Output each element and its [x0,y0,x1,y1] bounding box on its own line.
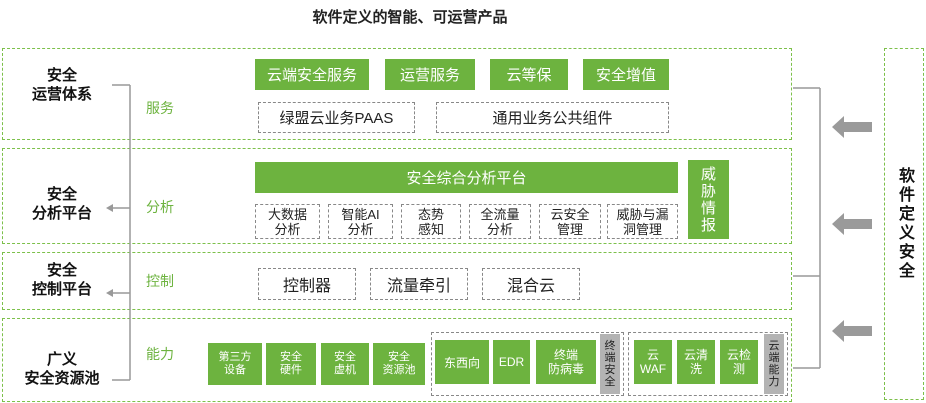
cloud-security-mgmt-box: 云安全 管理 [539,204,601,239]
security-value-add-box: 安全增值 [583,59,669,90]
cloud-compliance-box: 云等保 [490,59,568,90]
layer-label-analysis: 安全 分析平台 [31,186,92,222]
left-connector [106,84,131,381]
layer-label-pool: 广义 安全资源池 [24,351,100,387]
situation-awareness-box: 态势 感知 [401,204,461,239]
security-hardware-box: 安全 硬件 [266,343,316,385]
operation-service-box: 运营服务 [385,59,475,90]
layer-label-ops: 安全 运营体系 [31,67,92,103]
analysis-platform-box: 安全综合分析平台 [255,162,678,193]
full-traffic-analysis-box: 全流量 分析 [469,204,531,239]
cloud-security-service-box: 云端安全服务 [255,59,369,90]
category-service: 服务 [146,100,174,116]
edr-box: EDR [493,340,530,384]
category-capability: 能力 [146,346,174,362]
third-party-device-box: 第三方 设备 [208,343,262,385]
cloud-detection-box: 云检测 [720,340,758,384]
threat-intel-box: 威 胁 情 报 [688,160,729,239]
nsfocus-cloud-paas-box: 绿盟云业务PAAS [258,102,415,133]
security-resource-pool-box: 安全 资源池 [373,343,425,385]
software-defined-security-panel: 软件定义安全 [884,48,924,400]
bigdata-analysis-box: 大数据 分析 [255,204,320,239]
arrow-left-1 [832,116,872,138]
controller-box: 控制器 [258,268,356,300]
category-analysis: 分析 [146,199,174,215]
category-control: 控制 [146,273,174,289]
hybrid-cloud-box: 混合云 [482,268,580,300]
cloud-cleaning-box: 云清洗 [677,340,715,384]
threat-vuln-mgmt-box: 威胁与漏 洞管理 [607,204,678,239]
cloud-capability-label: 云端能力 [764,334,784,394]
layer-label-control: 安全 控制平台 [31,262,92,298]
cloud-waf-box: 云 WAF [634,340,672,384]
terminal-security-label: 终端安全 [600,334,620,394]
endpoint-antivirus-box: 终端 防病毒 [536,340,596,384]
software-defined-security-label: 软件定义安全 [896,167,913,281]
security-vm-box: 安全 虚机 [321,343,369,385]
arrow-left-3 [832,320,872,342]
common-components-box: 通用业务公共组件 [436,102,669,133]
ai-analysis-box: 智能AI 分析 [328,204,393,239]
east-west-box: 东西向 [435,340,489,384]
traffic-steering-box: 流量牵引 [370,268,468,300]
page-title: 软件定义的智能、可运营产品 [312,9,508,26]
arrow-left-2 [832,213,872,235]
right-connector [793,87,821,369]
